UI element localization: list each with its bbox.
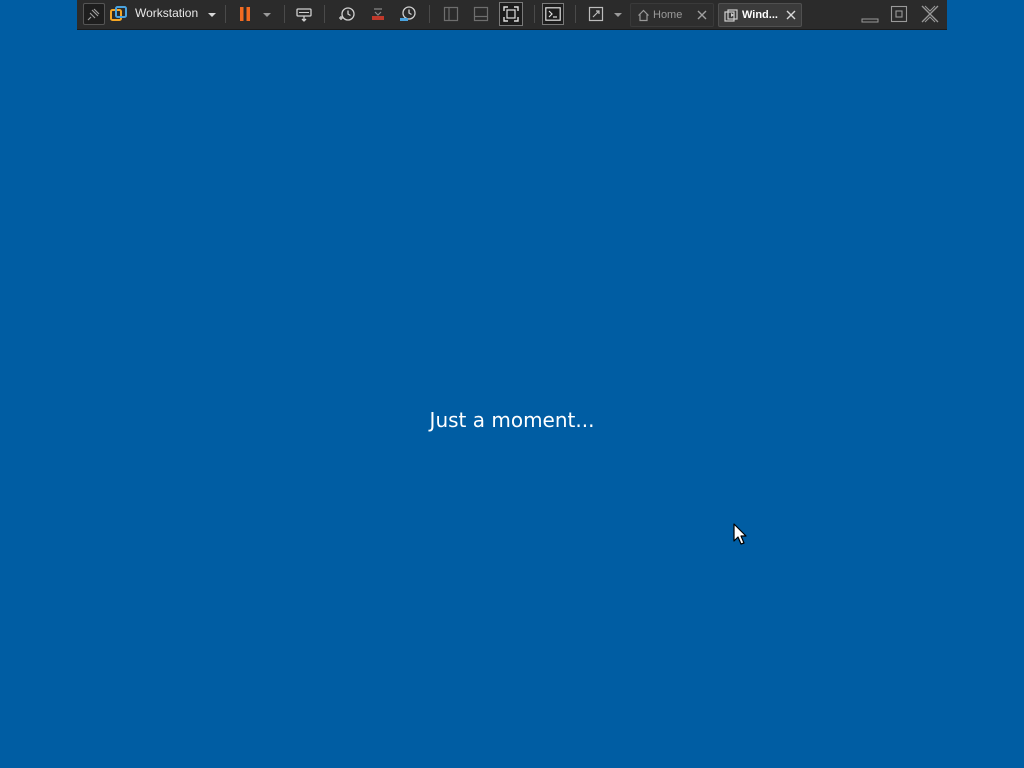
pause-vm-button[interactable]	[235, 4, 255, 24]
workstation-dropdown-button[interactable]	[205, 8, 219, 22]
chevron-down-icon	[208, 13, 216, 17]
setup-status-message: Just a moment...	[429, 408, 595, 432]
restore-button[interactable]	[888, 4, 910, 24]
close-icon	[697, 10, 707, 20]
tab-home[interactable]: Home	[630, 3, 714, 27]
library-panel-icon	[443, 6, 459, 22]
send-ctrl-alt-del-icon	[296, 8, 312, 22]
vmware-workstation-icon	[110, 6, 127, 21]
console-view-button[interactable]	[542, 3, 564, 25]
revert-snapshot-button[interactable]	[367, 4, 389, 24]
show-thumbnail-bar-button[interactable]	[470, 4, 492, 24]
stretch-icon	[588, 6, 604, 22]
workstation-menu-button[interactable]	[109, 4, 129, 24]
full-screen-button[interactable]	[499, 2, 523, 26]
stretch-options-dropdown[interactable]	[611, 8, 625, 22]
toolbar-separator	[225, 5, 226, 23]
thumbnail-bar-icon	[473, 6, 489, 22]
toolbar-separator	[284, 5, 285, 23]
close-tab-home-button[interactable]	[695, 8, 709, 22]
chevron-down-icon	[263, 13, 271, 17]
tab-windows-vm[interactable]: Wind...	[718, 3, 802, 27]
mouse-cursor-icon	[733, 523, 747, 545]
toolbar-separator	[429, 5, 430, 23]
tab-home-label: Home	[653, 9, 683, 21]
show-library-button[interactable]	[440, 4, 462, 24]
restore-icon	[890, 5, 908, 23]
pin-icon	[87, 8, 100, 21]
power-options-dropdown[interactable]	[260, 8, 274, 22]
snapshot-icon	[339, 7, 355, 21]
fullscreen-icon	[503, 6, 519, 22]
console-icon	[545, 7, 561, 21]
snapshot-revert-icon	[372, 8, 384, 20]
pause-icon	[240, 7, 250, 21]
vmware-fullscreen-toolbar: Workstation Home Wind...	[77, 0, 947, 30]
close-icon	[921, 5, 939, 23]
toolbar-separator	[534, 5, 535, 23]
workstation-label[interactable]: Workstation	[135, 6, 198, 20]
home-icon	[638, 9, 649, 22]
toolbar-separator	[575, 5, 576, 23]
stretch-guest-button[interactable]	[585, 4, 607, 24]
minimize-icon	[861, 18, 879, 23]
guest-screen[interactable]: Just a moment...	[0, 0, 1024, 768]
chevron-down-icon	[614, 13, 622, 17]
snapshot-manager-icon	[400, 6, 416, 21]
toolbar-separator	[324, 5, 325, 23]
take-snapshot-button[interactable]	[336, 4, 358, 24]
vm-icon	[724, 9, 738, 22]
close-window-button[interactable]	[918, 3, 942, 25]
minimize-button[interactable]	[859, 6, 881, 26]
tab-windows-vm-label: Wind...	[742, 9, 778, 21]
pin-toolbar-button[interactable]	[83, 3, 105, 25]
send-ctrl-alt-del-button[interactable]	[293, 4, 315, 24]
snapshot-manager-button[interactable]	[397, 4, 419, 24]
close-tab-windows-vm-button[interactable]	[784, 8, 798, 22]
close-icon	[786, 10, 796, 20]
